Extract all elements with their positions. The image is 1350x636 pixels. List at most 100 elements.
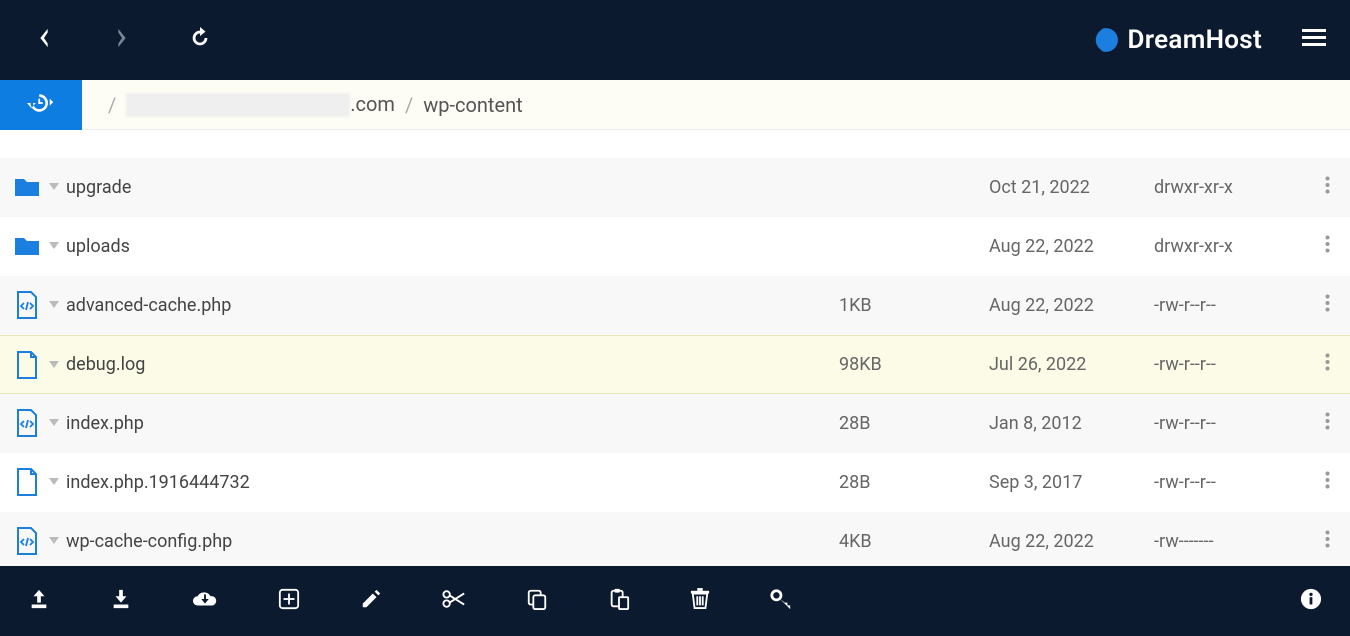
breadcrumb-bar: / .com / wp-content	[0, 80, 1350, 130]
code-icon	[12, 527, 42, 555]
row-menu-button[interactable]	[1316, 235, 1338, 258]
file-name-cell: wp-cache-config.php	[12, 527, 839, 555]
file-size: 28B	[839, 413, 989, 434]
file-name: upgrade	[66, 177, 131, 198]
file-name-cell: debug.log	[12, 351, 839, 379]
forward-button[interactable]	[102, 20, 142, 60]
chevron-right-icon	[114, 27, 130, 53]
row-menu-button[interactable]	[1316, 471, 1338, 494]
expand-caret-icon[interactable]	[48, 242, 60, 250]
file-date: Aug 22, 2022	[989, 236, 1154, 257]
edit-button[interactable]	[360, 588, 382, 614]
file-permissions: -rw-------	[1154, 531, 1316, 552]
moon-icon	[1093, 27, 1119, 53]
file-name-cell: index.php.1916444732	[12, 468, 839, 496]
redacted-domain	[126, 93, 350, 117]
file-date: Aug 22, 2022	[989, 531, 1154, 552]
file-date: Aug 22, 2022	[989, 295, 1154, 316]
folder-icon	[12, 175, 42, 199]
row-menu-button[interactable]	[1316, 353, 1338, 376]
top-navbar: DreamHost	[0, 0, 1350, 80]
file-permissions: -rw-r--r--	[1154, 413, 1316, 434]
file-row[interactable]: advanced-cache.php 1KBAug 22, 2022-rw-r--…	[0, 276, 1350, 335]
cloud-download-button[interactable]	[192, 588, 218, 614]
kebab-icon	[1325, 353, 1330, 376]
code-icon	[12, 291, 42, 319]
file-list-gap	[0, 130, 1350, 158]
breadcrumb-item-current[interactable]: wp-content	[423, 93, 522, 117]
file-list: upgradeOct 21, 2022drwxr-xr-x uploadsAug…	[0, 130, 1350, 566]
file-name-cell: advanced-cache.php	[12, 291, 839, 319]
upload-button[interactable]	[28, 588, 50, 614]
file-row[interactable]: debug.log98KBJul 26, 2022-rw-r--r--	[0, 335, 1350, 394]
file-size: 28B	[839, 472, 989, 493]
create-button[interactable]	[278, 588, 300, 614]
breadcrumb-item-domain[interactable]: .com	[126, 92, 395, 118]
plus-square-icon	[278, 588, 300, 614]
paste-icon	[608, 588, 630, 614]
file-name: wp-cache-config.php	[66, 531, 232, 552]
file-row[interactable]: index.php.1916444732 28BSep 3, 2017-rw-r-…	[0, 453, 1350, 512]
file-name-cell: upgrade	[12, 175, 839, 199]
file-name: uploads	[66, 236, 130, 257]
history-button[interactable]	[0, 80, 82, 130]
cut-button[interactable]	[442, 589, 466, 613]
key-icon	[770, 588, 792, 614]
history-icon	[27, 91, 55, 119]
expand-caret-icon[interactable]	[48, 478, 60, 486]
paste-button[interactable]	[608, 588, 630, 614]
file-permissions: drwxr-xr-x	[1154, 177, 1316, 198]
kebab-icon	[1325, 412, 1330, 435]
permissions-button[interactable]	[770, 588, 792, 614]
file-permissions: drwxr-xr-x	[1154, 236, 1316, 257]
file-date: Jul 26, 2022	[989, 354, 1154, 375]
file-permissions: -rw-r--r--	[1154, 472, 1316, 493]
kebab-icon	[1325, 294, 1330, 317]
breadcrumb: / .com / wp-content	[98, 92, 523, 118]
info-icon	[1300, 588, 1322, 614]
file-size: 4KB	[839, 531, 989, 552]
breadcrumb-sep: /	[405, 93, 413, 117]
brand-name: DreamHost	[1127, 25, 1262, 55]
file-row[interactable]: uploads Aug 22, 2022drwxr-xr-x	[0, 217, 1350, 276]
back-button[interactable]	[24, 20, 64, 60]
info-button[interactable]	[1300, 588, 1322, 614]
expand-caret-icon[interactable]	[48, 419, 60, 427]
main-menu-button[interactable]	[1302, 28, 1326, 52]
trash-icon	[690, 588, 710, 614]
download-button[interactable]	[110, 588, 132, 614]
file-row[interactable]: index.php 28BJan 8, 2012-rw-r--r--	[0, 394, 1350, 453]
file-date: Sep 3, 2017	[989, 472, 1154, 493]
code-icon	[12, 409, 42, 437]
delete-button[interactable]	[690, 588, 710, 614]
edit-icon	[360, 588, 382, 614]
expand-caret-icon[interactable]	[48, 537, 60, 545]
file-permissions: -rw-r--r--	[1154, 295, 1316, 316]
file-name-cell: index.php	[12, 409, 839, 437]
file-size: 1KB	[839, 295, 989, 316]
file-name-cell: uploads	[12, 234, 839, 258]
file-row[interactable]: upgrade Oct 21, 2022drwxr-xr-x	[0, 158, 1350, 217]
cloud-download-icon	[192, 588, 218, 614]
row-menu-button[interactable]	[1316, 530, 1338, 553]
brand-logo[interactable]: DreamHost	[1093, 25, 1262, 55]
expand-caret-icon[interactable]	[48, 301, 60, 309]
row-menu-button[interactable]	[1316, 176, 1338, 199]
expand-caret-icon[interactable]	[48, 183, 60, 191]
refresh-button[interactable]	[180, 20, 220, 60]
file-date: Jan 8, 2012	[989, 413, 1154, 434]
file-row[interactable]: wp-cache-config.php 4KBAug 22, 2022-rw---…	[0, 512, 1350, 566]
row-menu-button[interactable]	[1316, 412, 1338, 435]
file-name: advanced-cache.php	[66, 295, 231, 316]
row-menu-button[interactable]	[1316, 294, 1338, 317]
file-icon	[12, 351, 42, 379]
scissors-icon	[442, 589, 466, 613]
hamburger-icon	[1302, 33, 1326, 52]
kebab-icon	[1325, 530, 1330, 553]
file-name: index.php	[66, 413, 144, 434]
refresh-icon	[189, 27, 211, 53]
copy-button[interactable]	[526, 588, 548, 614]
expand-caret-icon[interactable]	[48, 361, 60, 369]
file-date: Oct 21, 2022	[989, 177, 1154, 198]
file-name: index.php.1916444732	[66, 472, 250, 493]
